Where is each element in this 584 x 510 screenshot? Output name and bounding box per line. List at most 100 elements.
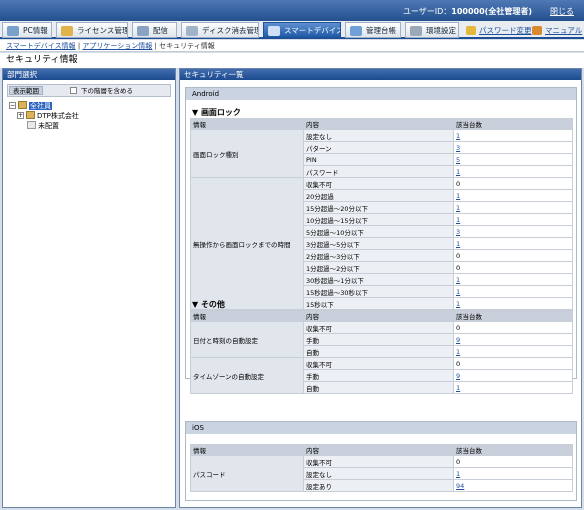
count-value: 0 bbox=[453, 177, 573, 190]
department-pane-header: 部門選択 bbox=[3, 69, 175, 80]
manual-link[interactable]: マニュアル bbox=[532, 24, 582, 37]
expand-toggle[interactable]: + bbox=[17, 112, 24, 119]
table-row: 日付と時刻の自動設定 収集不可 0 bbox=[190, 321, 573, 358]
department-tree: − 全社員 + DTP株式会社 未配置 bbox=[9, 101, 79, 131]
unassigned-icon bbox=[27, 121, 36, 129]
distribution-icon bbox=[137, 26, 149, 36]
ios-section: iOS 情報 内容 該当台数 パスコード 収集不可 0 設定なし 1 設定あり 94 bbox=[185, 421, 577, 501]
tab-pc-info[interactable]: PC情報 bbox=[2, 22, 52, 38]
top-bar: ユーザーID：100000(全社管理者) 閉じる bbox=[0, 0, 584, 21]
other-title: ▼ その他 bbox=[192, 300, 225, 309]
security-pane: セキュリティ一覧 Android ▼ 画面ロック 情報 内容 該当台数 画面ロック種… bbox=[179, 68, 582, 508]
table-row: パスコード 収集不可 0 bbox=[190, 455, 573, 492]
collapse-toggle[interactable]: − bbox=[9, 102, 16, 109]
count-link[interactable]: 1 bbox=[456, 168, 460, 176]
android-header: Android bbox=[186, 88, 576, 100]
count-link[interactable]: 1 bbox=[456, 192, 460, 200]
screen-lock-title: ▼ 画面ロック bbox=[192, 108, 241, 117]
count-link[interactable]: 9 bbox=[456, 372, 460, 380]
count-link[interactable]: 1 bbox=[456, 348, 460, 356]
table-row: タイムゾーンの自動設定 収集不可 0 bbox=[190, 357, 573, 394]
android-section: Android ▼ 画面ロック 情報 内容 該当台数 画面ロック種別 設定なし 1 パタ… bbox=[185, 87, 577, 394]
count-link[interactable]: 1 bbox=[456, 276, 460, 284]
tab-label: 配信 bbox=[153, 26, 168, 35]
security-pane-header: セキュリティ一覧 bbox=[180, 69, 581, 80]
license-icon bbox=[61, 26, 73, 36]
scope-bar: 表示範囲 下の階層を含める bbox=[7, 84, 171, 97]
tab-label: スマートデバイス bbox=[284, 26, 341, 35]
tab-label: ディスク消去管理 bbox=[202, 26, 259, 35]
section-label: その他 bbox=[200, 300, 225, 309]
table-header: 情報 内容 該当台数 bbox=[190, 444, 573, 456]
ios-header: iOS bbox=[186, 422, 576, 434]
tree-item-unassigned[interactable]: 未配置 bbox=[9, 121, 79, 131]
user-value: 100000(全社管理者) bbox=[451, 7, 532, 16]
tab-disk-erase[interactable]: ディスク消去管理 bbox=[181, 22, 259, 38]
tree-item-root[interactable]: − 全社員 bbox=[9, 101, 79, 111]
table-header: 情報 内容 該当台数 bbox=[190, 310, 573, 322]
count-link[interactable]: 5 bbox=[456, 156, 460, 164]
count-link[interactable]: 1 bbox=[456, 384, 460, 392]
tab-distribution[interactable]: 配信 bbox=[132, 22, 177, 38]
include-sub-label: 下の階層を含める bbox=[81, 87, 133, 95]
tab-settings[interactable]: 環境設定 bbox=[405, 22, 459, 38]
count-link[interactable]: 1 bbox=[456, 470, 460, 478]
subnav-app-info[interactable]: アプリケーション情報 bbox=[82, 42, 152, 50]
breadcrumb: スマートデバイス情報 | アプリケーション情報 | セキュリティ情報 bbox=[0, 40, 584, 52]
count-link[interactable]: 3 bbox=[456, 228, 460, 236]
page-title: セキュリティ情報 bbox=[0, 53, 584, 68]
folder-icon bbox=[26, 111, 35, 119]
count-link[interactable]: 1 bbox=[456, 300, 460, 308]
count-link[interactable]: 1 bbox=[456, 240, 460, 248]
password-change-link[interactable]: パスワード変更 bbox=[466, 24, 532, 37]
include-sub-checkbox[interactable] bbox=[70, 87, 77, 94]
tree-item-child[interactable]: + DTP株式会社 bbox=[9, 111, 79, 121]
tab-license[interactable]: ライセンス管理 bbox=[56, 22, 128, 38]
tree-label: DTP株式会社 bbox=[37, 112, 79, 120]
subnav-device-info[interactable]: スマートデバイス情報 bbox=[6, 42, 76, 50]
tree-label: 全社員 bbox=[29, 102, 52, 110]
tab-label: PC情報 bbox=[23, 26, 48, 35]
count-value: 0 bbox=[453, 455, 573, 468]
key-icon bbox=[466, 26, 476, 35]
tab-label: 環境設定 bbox=[426, 26, 456, 35]
table-row: 画面ロック種別 設定なし 1 bbox=[190, 129, 573, 178]
company-icon bbox=[18, 101, 27, 109]
settings-icon bbox=[410, 26, 422, 36]
passcode-table: 情報 内容 該当台数 パスコード 収集不可 0 設定なし 1 設定あり 94 bbox=[190, 444, 573, 492]
link-label: パスワード変更 bbox=[479, 26, 532, 35]
count-link[interactable]: 9 bbox=[456, 336, 460, 344]
count-value: 0 bbox=[453, 261, 573, 274]
count-link[interactable]: 1 bbox=[456, 216, 460, 224]
tab-smart-device[interactable]: スマートデバイス bbox=[263, 22, 341, 38]
count-link[interactable]: 1 bbox=[456, 288, 460, 296]
table-header: 情報 内容 該当台数 bbox=[190, 118, 573, 130]
section-label: 画面ロック bbox=[200, 108, 241, 117]
department-pane: 部門選択 表示範囲 下の階層を含める − 全社員 + DTP株式会社 未配置 bbox=[2, 68, 176, 508]
user-info: ユーザーID：100000(全社管理者) bbox=[403, 6, 532, 17]
screen-lock-table: 情報 内容 該当台数 画面ロック種別 設定なし 1 パターン 3 PIN 5 パスワード 1 … bbox=[190, 118, 573, 310]
ledger-icon bbox=[350, 26, 362, 36]
count-link[interactable]: 3 bbox=[456, 144, 460, 152]
tab-ledger[interactable]: 管理台帳 bbox=[345, 22, 401, 38]
count-link[interactable]: 94 bbox=[456, 482, 464, 490]
logout-link[interactable]: 閉じる bbox=[550, 6, 574, 17]
count-value: 0 bbox=[453, 249, 573, 262]
pc-icon bbox=[7, 26, 19, 36]
smartphone-icon bbox=[268, 26, 280, 36]
scope-label: 表示範囲 bbox=[9, 86, 43, 95]
link-label: マニュアル bbox=[545, 26, 583, 35]
book-icon bbox=[532, 26, 542, 35]
main-tabs: PC情報 ライセンス管理 配信 ディスク消去管理 スマートデバイス 管理台帳 環… bbox=[0, 21, 584, 39]
count-value: 0 bbox=[453, 321, 573, 334]
other-table: 情報 内容 該当台数 日付と時刻の自動設定 収集不可 0 手動 9 自動 1 タイムゾーンの… bbox=[190, 310, 573, 394]
disk-icon bbox=[186, 26, 198, 36]
tab-label: ライセンス管理 bbox=[77, 26, 128, 35]
user-label: ユーザーID： bbox=[402, 7, 452, 16]
tree-label: 未配置 bbox=[38, 122, 59, 130]
count-value: 0 bbox=[453, 357, 573, 370]
count-link[interactable]: 1 bbox=[456, 204, 460, 212]
table-row: 無操作から画面ロックまでの時間 収集不可 0 bbox=[190, 177, 573, 310]
count-link[interactable]: 1 bbox=[456, 132, 460, 140]
tab-label: 管理台帳 bbox=[366, 26, 396, 35]
